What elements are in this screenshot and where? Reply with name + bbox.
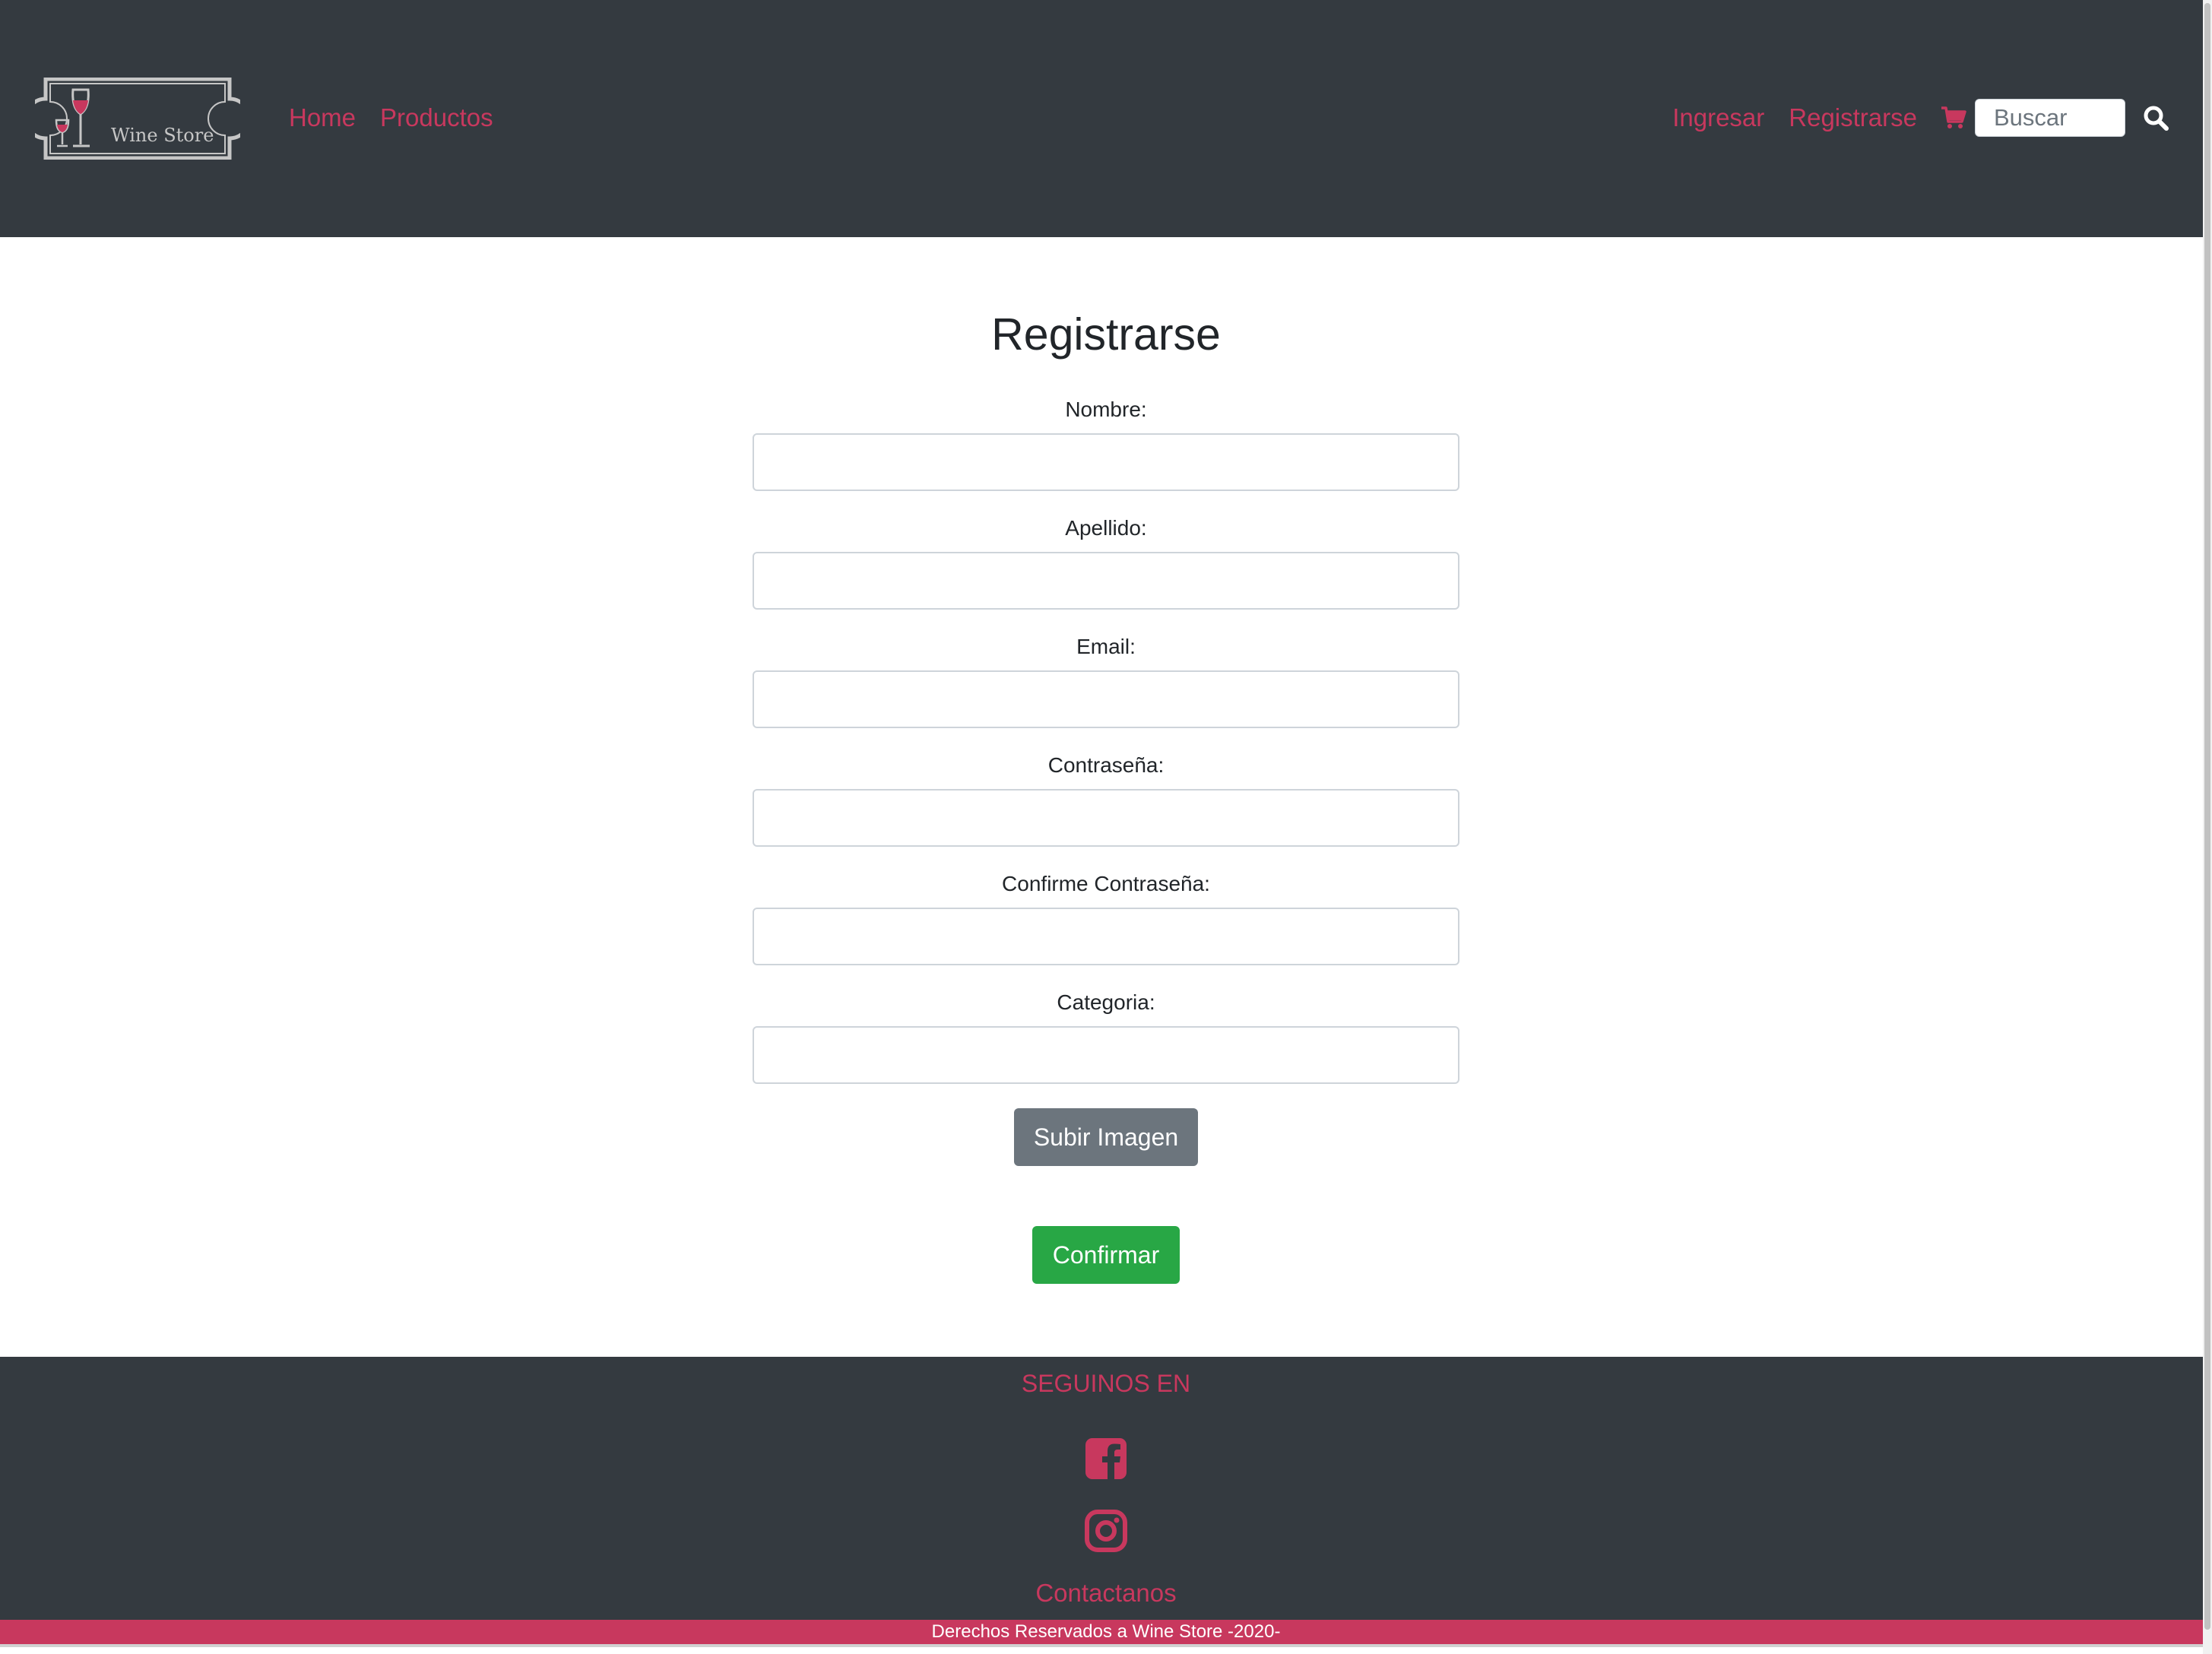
nav-link-registrarse[interactable]: Registrarse: [1789, 99, 1917, 137]
follow-us-heading: SEGUINOS EN: [1021, 1370, 1191, 1397]
nav-link-ingresar[interactable]: Ingresar: [1672, 99, 1764, 137]
apellido-field[interactable]: [753, 552, 1459, 610]
logo[interactable]: Wine Store: [24, 77, 252, 160]
confirm-password-field[interactable]: [753, 908, 1459, 965]
confirm-button[interactable]: Confirmar: [1032, 1226, 1180, 1284]
categoria-label: Categoria:: [1057, 990, 1155, 1014]
nav-link-home[interactable]: Home: [289, 99, 356, 137]
wine-store-logo-icon: [24, 77, 252, 160]
horizontal-scrollbar[interactable]: [0, 1644, 2212, 1654]
scrollbar-thumb[interactable]: [2204, 3, 2210, 1630]
main-nav: Home Productos: [289, 99, 493, 137]
user-nav: Ingresar Registrarse: [1672, 99, 2194, 137]
password-field[interactable]: [753, 789, 1459, 847]
vertical-scrollbar[interactable]: [2203, 0, 2212, 1654]
instagram-icon[interactable]: [1084, 1509, 1128, 1553]
apellido-label: Apellido:: [1065, 516, 1147, 540]
search-icon[interactable]: [2141, 103, 2171, 133]
nav-link-productos[interactable]: Productos: [380, 99, 493, 137]
logo-text: Wine Store: [111, 125, 214, 146]
categoria-field[interactable]: [753, 1026, 1459, 1084]
nombre-label: Nombre:: [1065, 398, 1147, 421]
page-title: Registrarse: [991, 309, 1221, 360]
search-input[interactable]: [1975, 99, 2125, 137]
nombre-field[interactable]: [753, 433, 1459, 491]
navbar: Wine Store Home Productos Ingresar Regis…: [0, 0, 2203, 237]
email-label: Email:: [1076, 635, 1136, 658]
cart-icon[interactable]: [1940, 104, 1967, 131]
contact-link[interactable]: Contactanos: [0, 1578, 2212, 1608]
copyright-bar: Derechos Reservados a Wine Store -2020-: [0, 1620, 2212, 1644]
upload-image-button[interactable]: Subir Imagen: [1014, 1108, 1198, 1166]
facebook-icon[interactable]: [1084, 1437, 1128, 1481]
confirm-password-label: Confirme Contraseña:: [1002, 872, 1210, 895]
password-label: Contraseña:: [1047, 753, 1165, 777]
email-field[interactable]: [753, 670, 1459, 728]
